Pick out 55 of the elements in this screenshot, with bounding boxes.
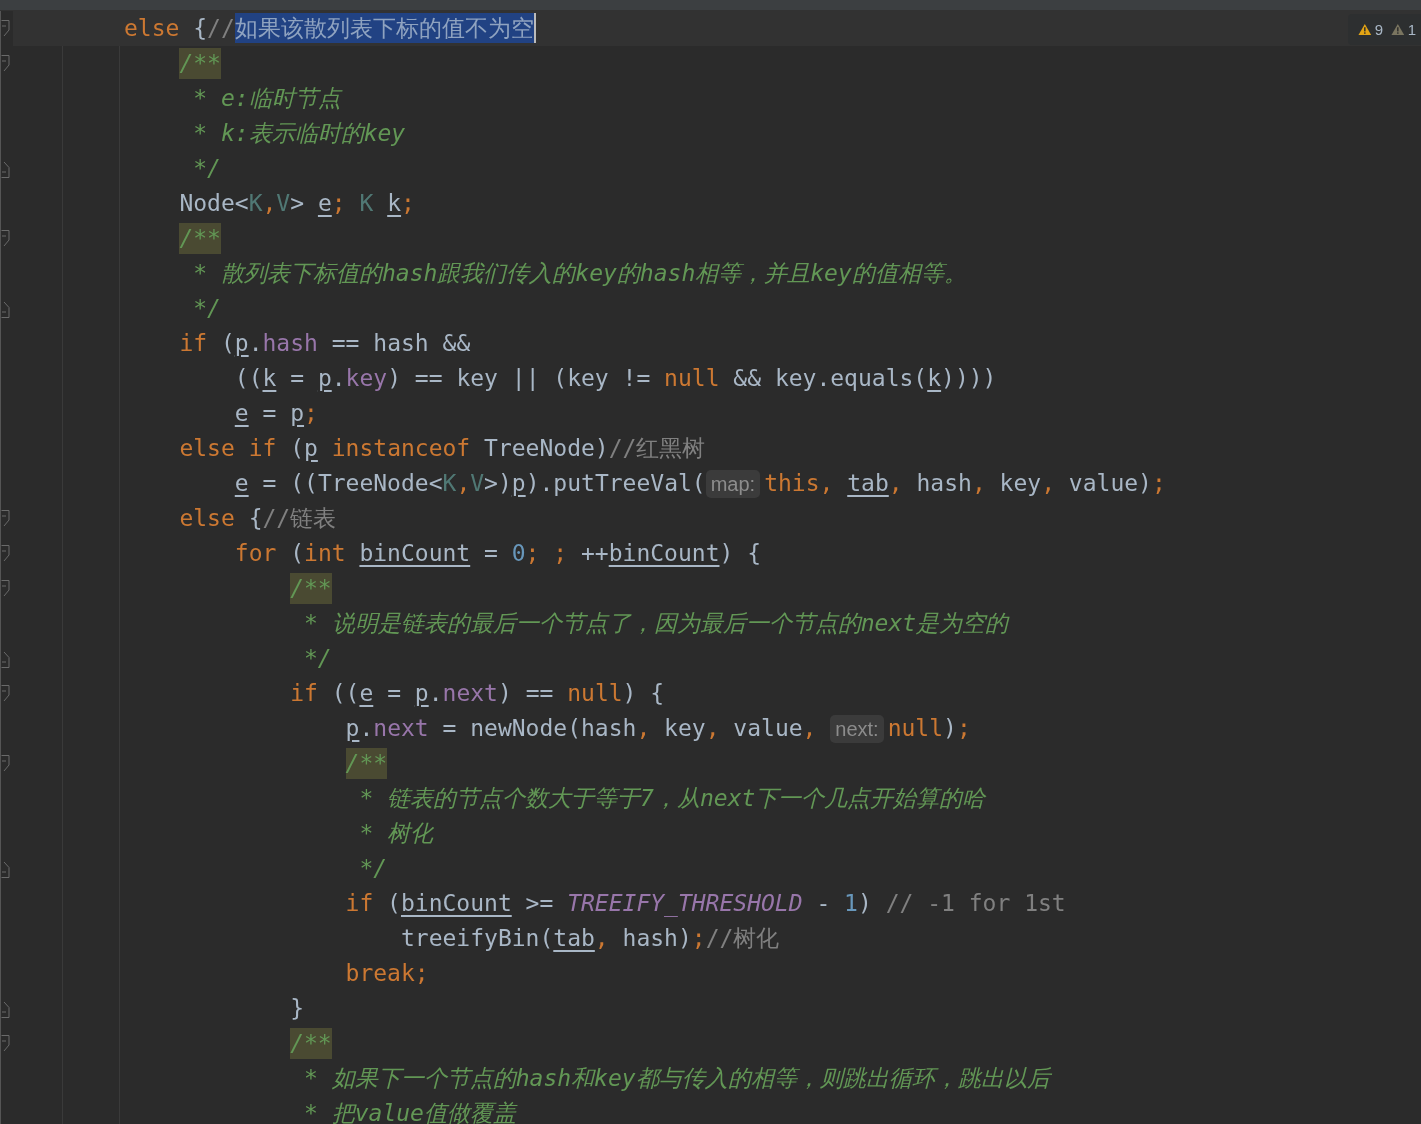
code-text: e = p; xyxy=(234,399,318,428)
code-text: * 把value值做覆盖 xyxy=(304,1099,516,1124)
code-text: */ xyxy=(193,154,221,183)
code-text: null); xyxy=(887,714,971,743)
code-text: e = ((TreeNode<K,V>)p).putTreeVal( xyxy=(234,469,706,498)
fold-icon[interactable] xyxy=(1,684,10,703)
code-text: * 说明是链表的最后一个节点了，因为最后一个节点的next是为空的 xyxy=(304,609,1009,638)
fold-icon[interactable] xyxy=(1,859,10,878)
selected-text: 如果该散列表下标的值不为空 xyxy=(234,13,536,43)
code-text: p.next = newNode(hash, key, value, xyxy=(345,714,818,743)
fold-icon[interactable] xyxy=(1,649,10,668)
code-text: * 链表的节点个数大于等于7，从next下一个几点开始算的哈 xyxy=(359,784,986,813)
fold-icon[interactable] xyxy=(1,754,10,773)
code-text: * 散列表下标值的hash跟我们传入的key的hash相等，并且key的值相等。 xyxy=(193,259,967,288)
code-text: else if (p instanceof TreeNode)//红黑树 xyxy=(179,434,706,463)
code-text: */ xyxy=(193,294,221,323)
warning-count: 9 xyxy=(1374,21,1383,38)
fold-icon[interactable] xyxy=(1,299,10,318)
code-text: * 如果下一个节点的hash和key都与传入的相等，则跳出循环，跳出以后 xyxy=(304,1064,1050,1093)
warning-icon[interactable] xyxy=(1358,23,1372,36)
doc-comment-start: /** xyxy=(290,1028,332,1059)
code-text: */ xyxy=(304,644,332,673)
warning-count: 1 xyxy=(1407,21,1416,38)
fold-icon[interactable] xyxy=(1,999,10,1018)
doc-comment-start: /** xyxy=(179,223,221,254)
code-text: * e:临时节点 xyxy=(193,84,341,113)
code-text: treeifyBin(tab, hash);//树化 xyxy=(400,924,780,953)
code-text: Node<K,V> e; K k; xyxy=(179,189,415,218)
code-text: if ((e = p.next) == null) { xyxy=(290,679,665,708)
code-text: ((k = p.key) == key || (key != null && key.equals(k)))) xyxy=(234,364,997,393)
fold-icon[interactable] xyxy=(1,229,10,248)
fold-icon[interactable] xyxy=(1,509,10,528)
code-text: else {// xyxy=(124,14,235,43)
code-text: */ xyxy=(359,854,388,883)
code-text: if (p.hash == hash && xyxy=(179,329,471,358)
fold-icon[interactable] xyxy=(1,19,10,38)
warning-icon[interactable] xyxy=(1391,23,1405,36)
code-text: break; xyxy=(345,959,429,988)
code-text: * k:表示临时的key xyxy=(193,119,406,148)
parameter-hint: map: xyxy=(705,470,761,498)
fold-icon[interactable] xyxy=(1,159,10,178)
fold-icon[interactable] xyxy=(1,544,10,563)
fold-icon[interactable] xyxy=(1,1034,10,1053)
parameter-hint: next: xyxy=(830,715,884,743)
doc-comment-start: /** xyxy=(345,748,388,779)
code-text: else {//链表 xyxy=(179,504,337,533)
code-text: this, tab, hash, key, value); xyxy=(764,469,1166,498)
code-text: * 树化 xyxy=(359,819,434,848)
fold-icon[interactable] xyxy=(1,54,10,73)
doc-comment-start: /** xyxy=(290,573,332,604)
fold-icon[interactable] xyxy=(1,579,10,598)
doc-comment-start: /** xyxy=(179,48,221,79)
code-text: } xyxy=(290,994,305,1023)
code-text: if (binCount >= TREEIFY_THRESHOLD - 1) // -1 for 1st xyxy=(345,889,1066,919)
code-text: for (int binCount = 0; ; ++binCount) { xyxy=(234,539,762,568)
